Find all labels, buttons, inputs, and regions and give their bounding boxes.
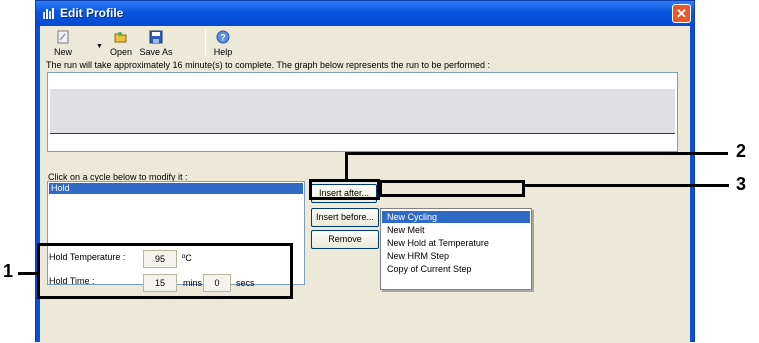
annotation-line-3 [524, 184, 729, 187]
help-icon: ? [216, 30, 230, 44]
menu-item-new-melt[interactable]: New Melt [382, 224, 530, 236]
annotation-number-1: 1 [3, 261, 14, 281]
save-as-button[interactable]: Save As [138, 28, 174, 60]
insert-before-button[interactable]: Insert before... [311, 208, 379, 227]
run-profile-graph [47, 72, 678, 152]
run-duration-text: The run will take approximately 16 minut… [46, 60, 491, 70]
annotation-number-2: 2 [736, 141, 747, 161]
menu-item-new-cycling[interactable]: New Cycling [382, 211, 530, 223]
annotation-box-insert-after [309, 179, 380, 200]
open-folder-icon [114, 32, 127, 43]
menu-item-new-hrm-step[interactable]: New HRM Step [382, 250, 530, 262]
open-label: Open [109, 47, 133, 57]
new-profile-icon [57, 30, 69, 44]
annotation-line-2-drop [345, 152, 348, 181]
save-as-label: Save As [139, 47, 173, 57]
insert-after-menu: New Cycling New Melt New Hold at Tempera… [380, 208, 532, 290]
annotation-line-1 [18, 272, 38, 275]
remove-button[interactable]: Remove [311, 230, 379, 249]
graph-temperature-line [50, 133, 675, 134]
help-label: Help [213, 47, 233, 57]
graph-plot-area [50, 89, 675, 133]
cycle-item-hold[interactable]: Hold [49, 183, 303, 194]
title-bar[interactable]: Edit Profile ✕ [36, 1, 694, 26]
annotation-box-new-cycling [379, 180, 525, 197]
profile-icon [43, 8, 54, 19]
toolbar-separator [205, 30, 206, 56]
annotation-box-hold-settings [37, 243, 293, 299]
annotation-number-3: 3 [736, 174, 747, 194]
close-button[interactable]: ✕ [672, 4, 691, 23]
menu-item-copy-step[interactable]: Copy of Current Step [382, 263, 530, 275]
new-label: New [53, 47, 72, 57]
svg-text:?: ? [220, 33, 226, 43]
annotation-line-2 [345, 152, 728, 155]
new-dropdown-arrow-icon[interactable]: ▼ [96, 43, 103, 50]
open-button[interactable]: Open [106, 28, 136, 60]
help-button[interactable]: ? Help [210, 28, 236, 60]
save-disk-icon [149, 30, 163, 44]
window-title: Edit Profile [60, 6, 124, 20]
menu-item-new-hold[interactable]: New Hold at Temperature [382, 237, 530, 249]
new-button[interactable]: New [48, 28, 78, 60]
